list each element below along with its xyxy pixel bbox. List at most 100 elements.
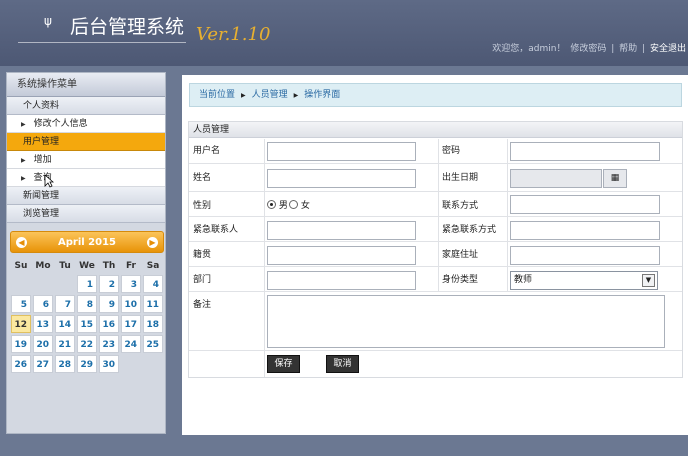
address-input[interactable] [510,246,660,265]
form-row: 部门 身份类型 教师 ▼ [189,267,682,292]
cancel-button[interactable]: 取消 [326,355,359,373]
name-input[interactable] [267,169,416,188]
calendar-day[interactable]: 5 [11,295,31,313]
calendar-day[interactable]: 3 [121,275,141,293]
calendar-day[interactable]: 29 [77,355,97,373]
logo-icon: ψ [44,14,52,28]
calendar-day[interactable]: 27 [33,355,53,373]
header: ψ 后台管理系统 Ver.1.10 欢迎您，admin！ 修改密码 | 帮助 |… [0,0,688,66]
hometown-input[interactable] [267,246,416,265]
department-input[interactable] [267,271,416,290]
calendar-grid: Su Mo Tu We Th Fr Sa 1 2 3 4 5 6 7 8 9 10 11 12 13 14 15 16 17 1… [10,259,164,373]
calendar-weekday: We [79,261,95,271]
calendar-weekday: Tu [59,261,71,271]
form-row: 姓名 出生日期 ▦ [189,164,682,192]
calendar-day[interactable]: 26 [11,355,31,373]
footer-bar [0,436,688,456]
sidebar-title: 系统操作菜单 [7,73,165,97]
logout-link[interactable]: 安全退出 [650,44,686,54]
birthday-label: 出生日期 [442,173,479,183]
calendar-day[interactable]: 30 [99,355,119,373]
welcome-text: 欢迎您，admin！ [492,44,566,54]
sidebar-group-browse[interactable]: 浏览管理 [7,205,165,223]
sidebar-item-label: 修改个人信息 [33,119,88,129]
calendar-day[interactable]: 19 [11,335,31,353]
calendar-day[interactable]: 20 [33,335,53,353]
version-label: Ver.1.10 [196,24,271,45]
save-button[interactable]: 保存 [267,355,300,373]
form-row: 用户名 密码 [189,139,682,164]
calendar-weekday: Su [14,261,28,271]
identity-select[interactable]: 教师 ▼ [510,271,658,290]
calendar-day[interactable]: 23 [99,335,119,353]
help-link[interactable]: 帮助 [619,44,637,54]
calendar-day[interactable]: 24 [121,335,141,353]
form-title: 人员管理 [189,122,682,138]
breadcrumb-current[interactable]: 当前位置 [199,90,235,100]
sidebar-group-profile[interactable]: 个人资料 [7,97,165,115]
calendar-blank [11,275,31,293]
calendar-day[interactable]: 14 [55,315,75,333]
form-actions: 保存 取消 [189,351,682,377]
sidebar-group-news[interactable]: 新闻管理 [7,187,165,205]
name-label: 姓名 [193,173,212,183]
breadcrumb-level2[interactable]: 操作界面 [304,90,340,100]
calendar-day[interactable]: 28 [55,355,75,373]
calendar-weekday: Th [102,261,116,271]
title-divider [18,42,186,43]
calendar-blank [33,275,53,293]
link-separator: | [611,44,615,54]
gender-female-radio[interactable]: 女 [289,198,310,211]
calendar-day[interactable]: 8 [77,295,97,313]
password-label: 密码 [442,146,461,156]
gender-male-label: 男 [278,201,288,211]
emergency-contact-input[interactable] [267,221,416,240]
calendar-day[interactable]: 9 [99,295,119,313]
sidebar-item-add[interactable]: ▶ 增加 [7,151,165,169]
calendar-prev-icon[interactable]: ◀ [16,237,27,248]
calendar-icon[interactable]: ▦ [603,169,627,188]
password-input[interactable] [510,142,660,161]
calendar-day[interactable]: 2 [99,275,119,293]
calendar-day[interactable]: 16 [99,315,119,333]
calendar-next-icon[interactable]: ▶ [147,237,158,248]
emergency-contact-label: 紧急联系人 [193,225,239,235]
calendar-month-label: April 2015 [58,237,116,248]
calendar-day[interactable]: 1 [77,275,97,293]
contact-input[interactable] [510,195,660,214]
calendar-day[interactable]: 6 [33,295,53,313]
contact-label: 联系方式 [442,201,479,211]
calendar-day[interactable]: 18 [143,315,163,333]
calendar-day[interactable]: 10 [121,295,141,313]
calendar-day[interactable]: 17 [121,315,141,333]
calendar-day[interactable]: 21 [55,335,75,353]
calendar-day[interactable]: 4 [143,275,163,293]
app-title: 后台管理系统 [70,16,185,38]
sidebar-item-query[interactable]: ▶ 查询 [7,169,165,187]
calendar-day[interactable]: 13 [33,315,53,333]
form-row: 紧急联系人 紧急联系方式 [189,217,682,242]
remark-textarea[interactable] [267,295,665,348]
change-password-link[interactable]: 修改密码 [570,44,606,54]
arrow-right-icon: ▶ [21,157,26,164]
calendar-day[interactable]: 15 [77,315,97,333]
calendar-day[interactable]: 25 [143,335,163,353]
birthday-input[interactable] [510,169,602,188]
calendar: ◀ April 2015 ▶ Su Mo Tu We Th Fr Sa 1 2 3 4 5 6 7 8 9 10… [10,231,164,373]
breadcrumb-arrow-icon: ▶ [293,92,299,99]
calendar-day[interactable]: 22 [77,335,97,353]
sidebar-group-user-management[interactable]: 用户管理 [7,133,165,151]
sidebar-item-edit-profile[interactable]: ▶ 修改个人信息 [7,115,165,133]
gender-male-radio[interactable]: 男 [267,198,288,211]
calendar-blank [143,355,163,373]
breadcrumb-level1[interactable]: 人员管理 [252,90,288,100]
calendar-day-today[interactable]: 12 [11,315,31,333]
breadcrumb-arrow-icon: ▶ [241,92,246,99]
hometown-label: 籍贯 [193,250,212,260]
username-input[interactable] [267,142,416,161]
calendar-day[interactable]: 11 [143,295,163,313]
identity-label: 身份类型 [442,275,479,285]
username-label: 用户名 [193,146,221,156]
emergency-phone-input[interactable] [510,221,660,240]
calendar-day[interactable]: 7 [55,295,75,313]
